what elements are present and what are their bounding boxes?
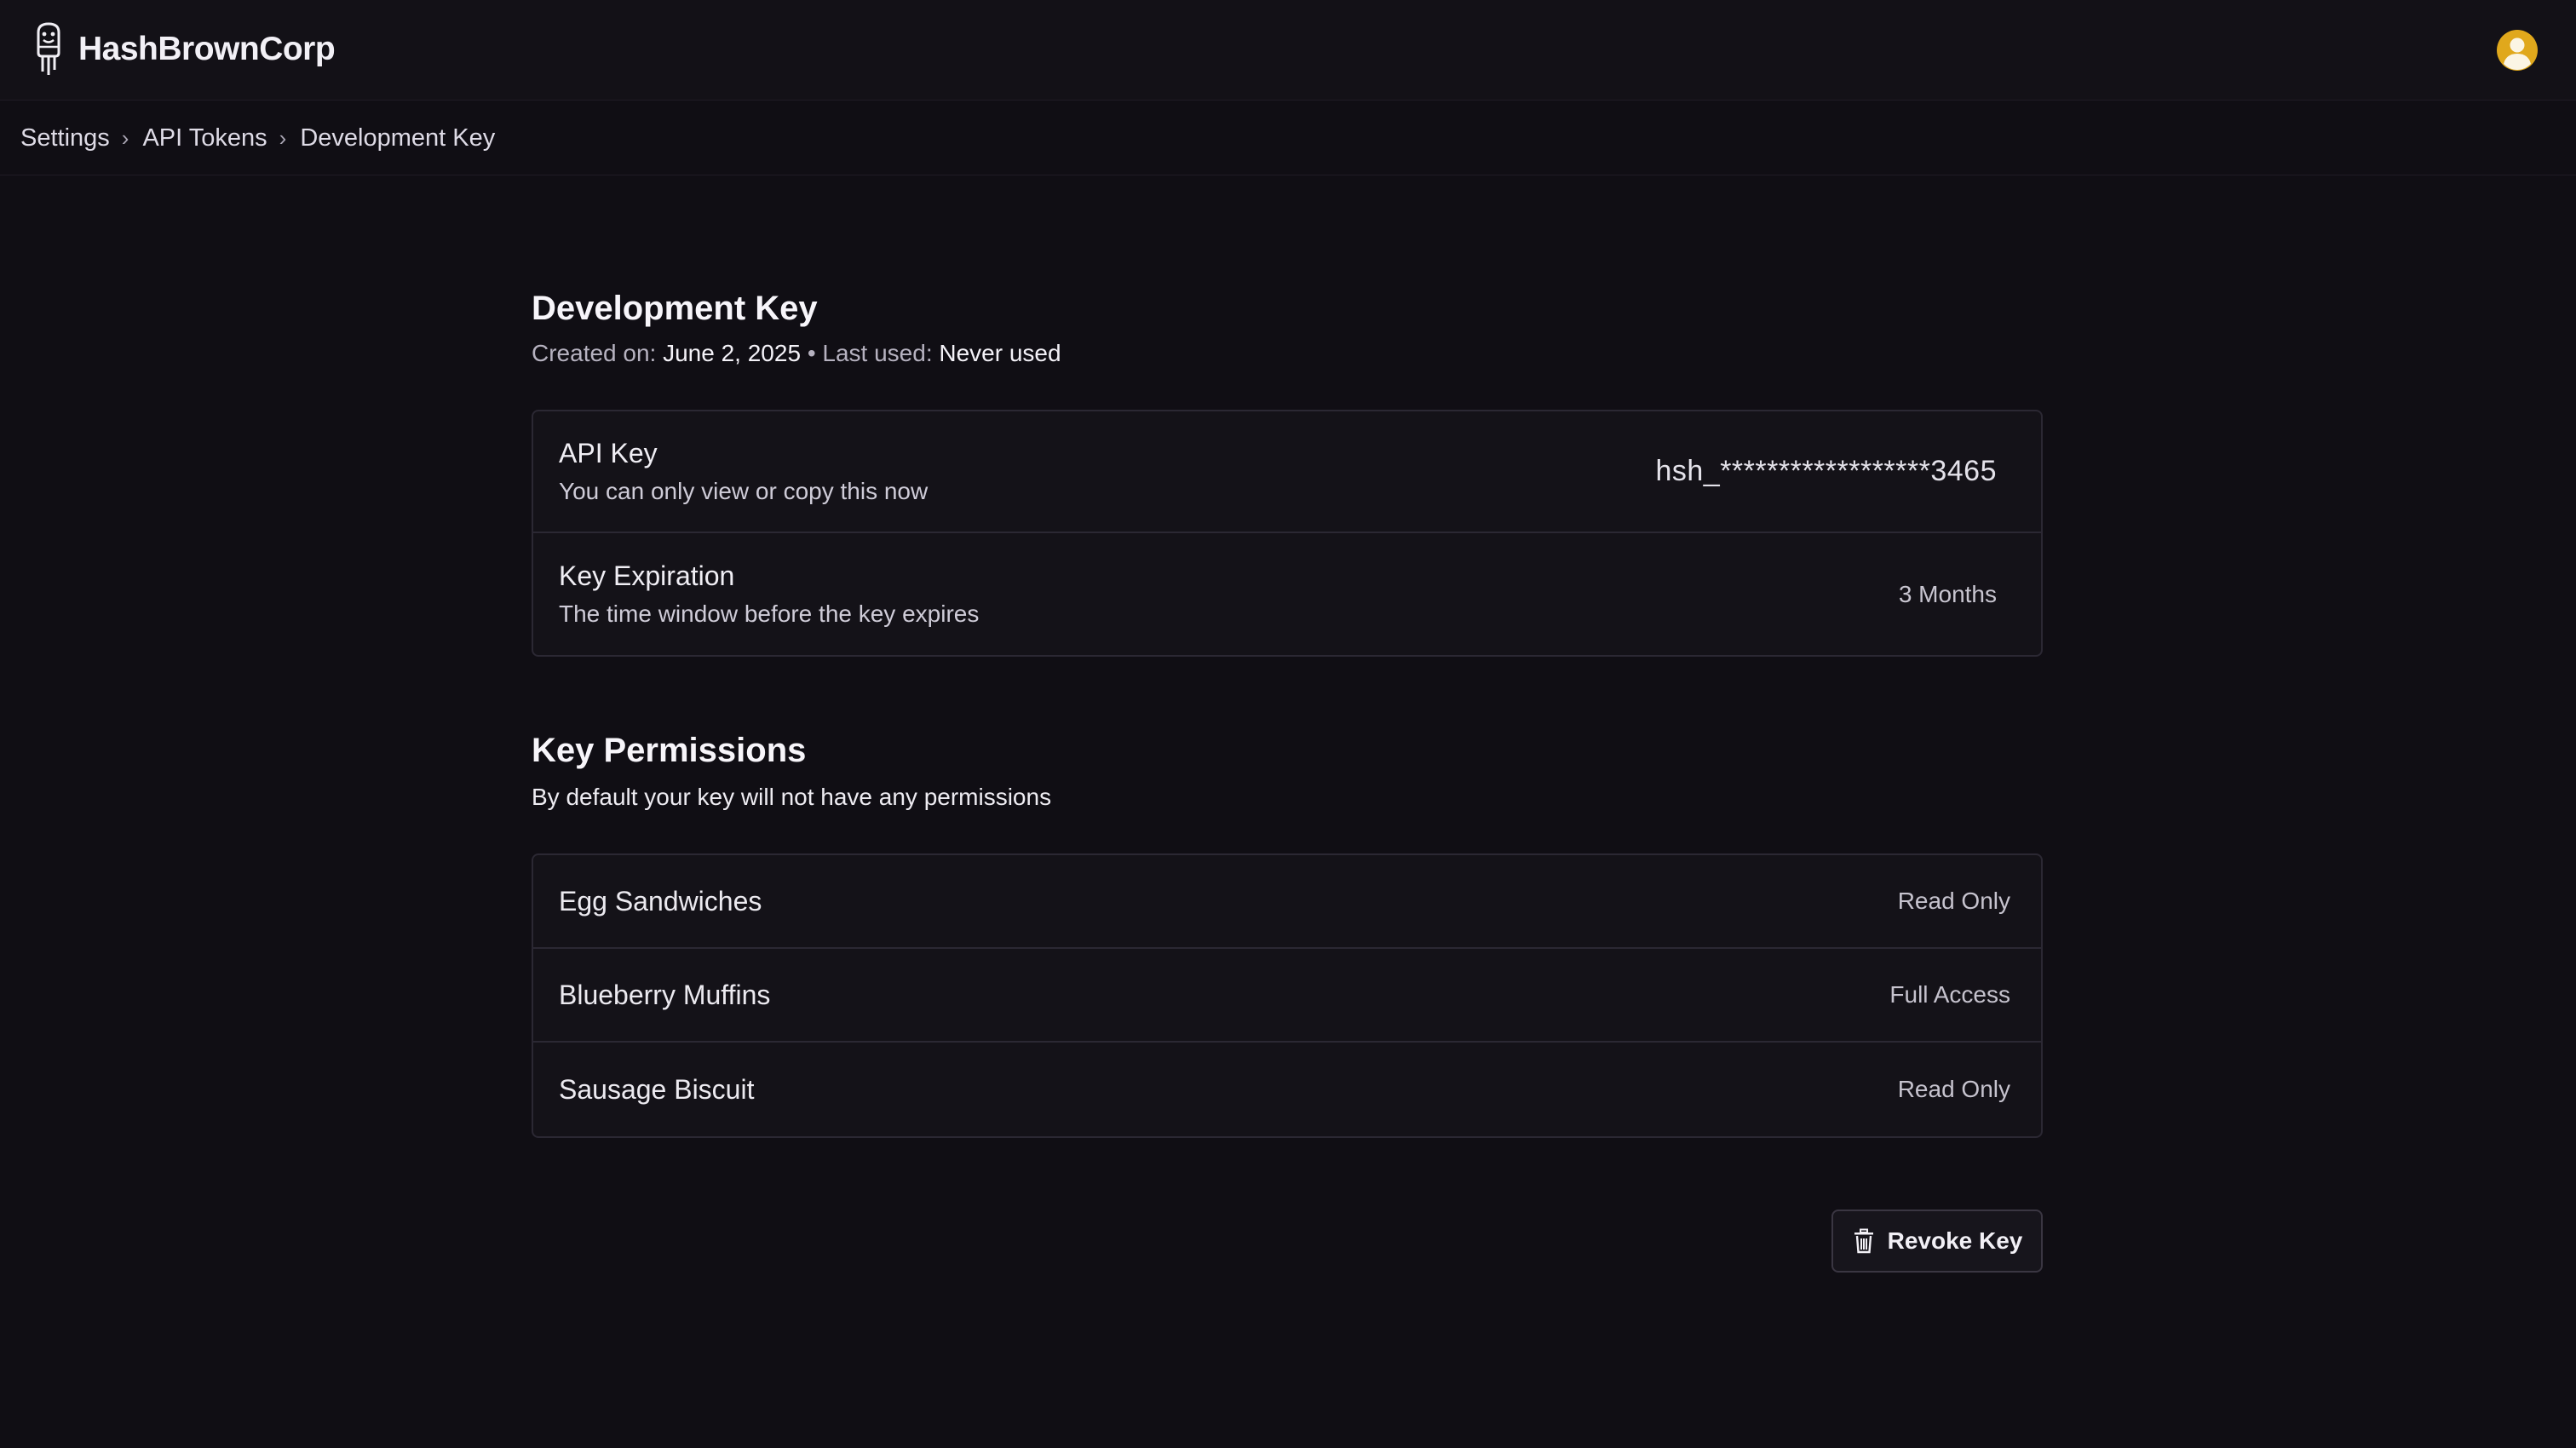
permission-name: Egg Sandwiches	[559, 885, 762, 916]
permission-level[interactable]: Read Only	[1898, 888, 2010, 915]
key-expiration-title: Key Expiration	[559, 560, 735, 591]
app-logo[interactable]: HashBrownCorp	[29, 20, 336, 78]
api-key-row: API Key You can only view or copy this n…	[533, 411, 2041, 533]
api-key-subtitle: You can only view or copy this now	[559, 478, 929, 504]
key-expiration-subtitle: The time window before the key expires	[559, 600, 980, 627]
revoke-key-button[interactable]: Revoke Key	[1831, 1210, 2043, 1273]
hashbrown-logo-icon	[37, 22, 60, 75]
permissions-title: Key Permissions	[532, 732, 807, 769]
last-used-label: Last used:	[822, 340, 933, 366]
api-key-value[interactable]: hsh_******************3465	[1655, 455, 1997, 488]
key-expiration-value: 3 Months	[1898, 580, 1997, 607]
last-used-value: Never used	[939, 340, 1061, 366]
permissions-description: By default your key will not have any pe…	[532, 784, 1052, 810]
trash-icon	[1854, 1228, 1873, 1254]
revoke-key-label: Revoke Key	[1887, 1227, 2023, 1254]
breadcrumb: Settings › API Tokens › Development Key	[0, 101, 2576, 175]
actions-bar: Revoke Key	[532, 1210, 2043, 1273]
user-avatar-icon[interactable]	[2496, 29, 2539, 72]
permission-level[interactable]: Full Access	[1889, 981, 2010, 1008]
breadcrumb-development-key: Development Key	[300, 124, 496, 152]
api-key-title: API Key	[559, 438, 658, 468]
breadcrumb-settings[interactable]: Settings	[20, 124, 110, 152]
main-content: Development Key Created on: June 2, 2025…	[532, 290, 2043, 1273]
app-name: HashBrownCorp	[78, 31, 336, 67]
created-label: Created on:	[532, 340, 657, 366]
key-expiration-row: Key Expiration The time window before th…	[533, 533, 2041, 655]
key-details-panel: API Key You can only view or copy this n…	[532, 410, 2043, 657]
permission-name: Blueberry Muffins	[559, 979, 771, 1010]
created-value: June 2, 2025	[663, 340, 802, 366]
permission-level[interactable]: Read Only	[1898, 1076, 2010, 1103]
chevron-right-icon: ›	[279, 124, 287, 151]
key-meta: Created on: June 2, 2025 • Last used: Ne…	[532, 340, 2043, 367]
breadcrumb-api-tokens[interactable]: API Tokens	[142, 124, 267, 152]
permission-row: Sausage Biscuit Read Only	[533, 1043, 2041, 1136]
top-bar: HashBrownCorp	[0, 0, 2576, 101]
permission-name: Sausage Biscuit	[559, 1073, 755, 1105]
permission-row: Blueberry Muffins Full Access	[533, 949, 2041, 1043]
meta-separator: •	[807, 340, 816, 366]
page-title: Development Key	[532, 290, 818, 327]
permissions-list: Egg Sandwiches Read Only Blueberry Muffi…	[532, 853, 2043, 1138]
chevron-right-icon: ›	[121, 124, 129, 151]
permission-row: Egg Sandwiches Read Only	[533, 855, 2041, 949]
